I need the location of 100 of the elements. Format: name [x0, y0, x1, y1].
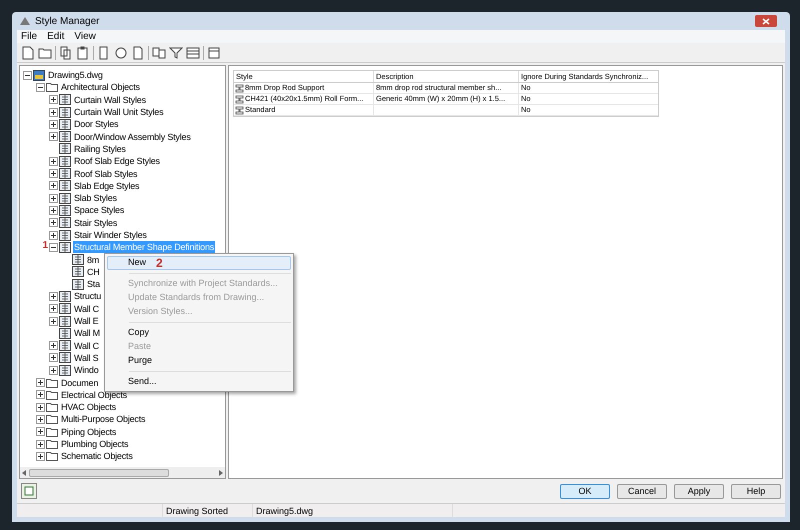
- tree-item[interactable]: Structu: [73, 290, 102, 302]
- tree-item[interactable]: Windo: [73, 364, 100, 376]
- compare-icon[interactable]: [152, 46, 166, 60]
- close-icon: [762, 18, 770, 24]
- tree-item[interactable]: Wall C: [73, 302, 100, 315]
- expand-icon[interactable]: [48, 304, 58, 314]
- tree-item[interactable]: Schematic Objects: [60, 450, 134, 462]
- style-icon: [59, 192, 71, 204]
- tree-item[interactable]: Wall C: [73, 340, 100, 352]
- menu-item[interactable]: File: [21, 32, 38, 42]
- scroll-right-icon[interactable]: [218, 470, 223, 476]
- tree-item[interactable]: Drawing5.dwg: [47, 69, 104, 82]
- copy-icon[interactable]: [59, 46, 73, 60]
- scroll-left-icon[interactable]: [22, 470, 27, 476]
- window-title: Style Manager: [35, 14, 100, 28]
- expand-icon[interactable]: [48, 316, 58, 326]
- collapse-icon[interactable]: [36, 82, 44, 92]
- style-icon: [59, 94, 71, 106]
- folder-icon: [46, 426, 58, 437]
- document-icon[interactable]: [131, 46, 145, 60]
- tree-item[interactable]: Slab Styles: [73, 192, 118, 204]
- expand-icon[interactable]: [36, 414, 44, 424]
- expand-icon[interactable]: [36, 440, 44, 449]
- menu-item[interactable]: Edit: [47, 32, 64, 42]
- status-text: Drawing5.dwg: [253, 504, 453, 517]
- menu-item[interactable]: Purge: [107, 354, 291, 368]
- tree-item[interactable]: Sta: [86, 278, 101, 290]
- expand-icon[interactable]: [36, 378, 44, 388]
- style-icon: [59, 143, 71, 154]
- tree-item[interactable]: Plumbing Objects: [60, 438, 130, 450]
- expand-icon[interactable]: [48, 341, 58, 350]
- horizontal-scrollbar[interactable]: [20, 467, 225, 478]
- tree-item[interactable]: Roof Slab Edge Styles: [73, 155, 161, 168]
- tree-item[interactable]: Documen: [60, 376, 100, 389]
- open-folder-icon[interactable]: [38, 46, 52, 60]
- expand-icon[interactable]: [48, 292, 58, 301]
- style-icon: [59, 352, 71, 364]
- style-icon: [59, 168, 71, 180]
- tree-item[interactable]: Slab Edge Styles: [73, 180, 140, 192]
- folder-icon: [46, 82, 58, 92]
- expand-icon[interactable]: [36, 390, 44, 400]
- dialog-button[interactable]: Help: [731, 484, 781, 498]
- expand-icon[interactable]: [48, 95, 58, 104]
- tree-item[interactable]: Curtain Wall Unit Styles: [73, 106, 164, 118]
- tree-item[interactable]: Wall M: [73, 327, 101, 340]
- expand-icon[interactable]: [48, 108, 58, 117]
- expand-icon[interactable]: [48, 230, 58, 240]
- tree-item[interactable]: Door/Window Assembly Styles: [73, 130, 192, 143]
- step-number: 2: [156, 255, 163, 272]
- close-button[interactable]: [755, 15, 777, 27]
- expand-icon[interactable]: [36, 402, 44, 412]
- expand-icon[interactable]: [48, 156, 58, 166]
- expand-icon[interactable]: [48, 120, 58, 129]
- tree-item[interactable]: Stair Winder Styles: [73, 229, 148, 241]
- paste-icon[interactable]: [76, 46, 90, 60]
- expand-icon[interactable]: [48, 169, 58, 178]
- style-icon: [59, 364, 71, 376]
- expand-icon[interactable]: [48, 181, 58, 190]
- style-icon: [59, 156, 71, 167]
- tree-item[interactable]: Electrical Objects: [60, 388, 128, 401]
- filter-icon[interactable]: [169, 46, 183, 60]
- menu-item[interactable]: View: [74, 32, 96, 42]
- collapse-icon[interactable]: [48, 242, 58, 252]
- expand-icon[interactable]: [48, 206, 58, 215]
- expand-icon[interactable]: [48, 218, 58, 228]
- tree-item[interactable]: Multi-Purpose Objects: [60, 413, 146, 426]
- tree-item[interactable]: Stair Styles: [73, 216, 118, 229]
- tree-item[interactable]: HVAC Objects: [60, 401, 117, 414]
- window-icon[interactable]: [207, 46, 221, 60]
- expand-icon[interactable]: [48, 132, 58, 142]
- dialog-button[interactable]: OK: [560, 484, 610, 498]
- new-file-icon[interactable]: [21, 46, 35, 60]
- style-icon: [59, 118, 71, 130]
- style-icon: [59, 242, 71, 253]
- tree-item[interactable]: Wall E: [73, 315, 100, 328]
- tree-item[interactable]: Piping Objects: [60, 426, 118, 438]
- tree-item[interactable]: Space Styles: [73, 204, 126, 216]
- style-icon: [59, 340, 71, 352]
- tree-item[interactable]: 8m: [86, 254, 100, 266]
- style-icon: [72, 278, 84, 290]
- menu-item[interactable]: New 2: [107, 256, 291, 270]
- dialog-button[interactable]: Apply: [674, 484, 724, 498]
- dialog-button[interactable]: Cancel: [617, 484, 667, 498]
- tree-item[interactable]: Architectural Objects: [60, 81, 141, 94]
- tree-item[interactable]: Door Styles: [73, 118, 120, 130]
- menu-item[interactable]: Copy: [107, 326, 291, 340]
- menu-item[interactable]: Send...: [107, 375, 291, 389]
- expand-icon[interactable]: [48, 366, 58, 375]
- tree-item[interactable]: Railing Styles: [73, 142, 127, 155]
- tree-item[interactable]: Wall S: [73, 352, 100, 364]
- expand-icon[interactable]: [48, 194, 58, 203]
- expand-icon[interactable]: [36, 452, 44, 461]
- expand-icon[interactable]: [36, 427, 44, 436]
- collapse-icon[interactable]: [22, 70, 32, 80]
- tree-item[interactable]: Roof Slab Styles: [73, 168, 138, 180]
- expand-icon[interactable]: [48, 353, 58, 362]
- view-list-icon[interactable]: [186, 46, 200, 60]
- toggle-view-button[interactable]: [21, 483, 37, 499]
- tree-item[interactable]: CH: [86, 266, 101, 278]
- tree-item[interactable]: Curtain Wall Styles: [73, 94, 147, 106]
